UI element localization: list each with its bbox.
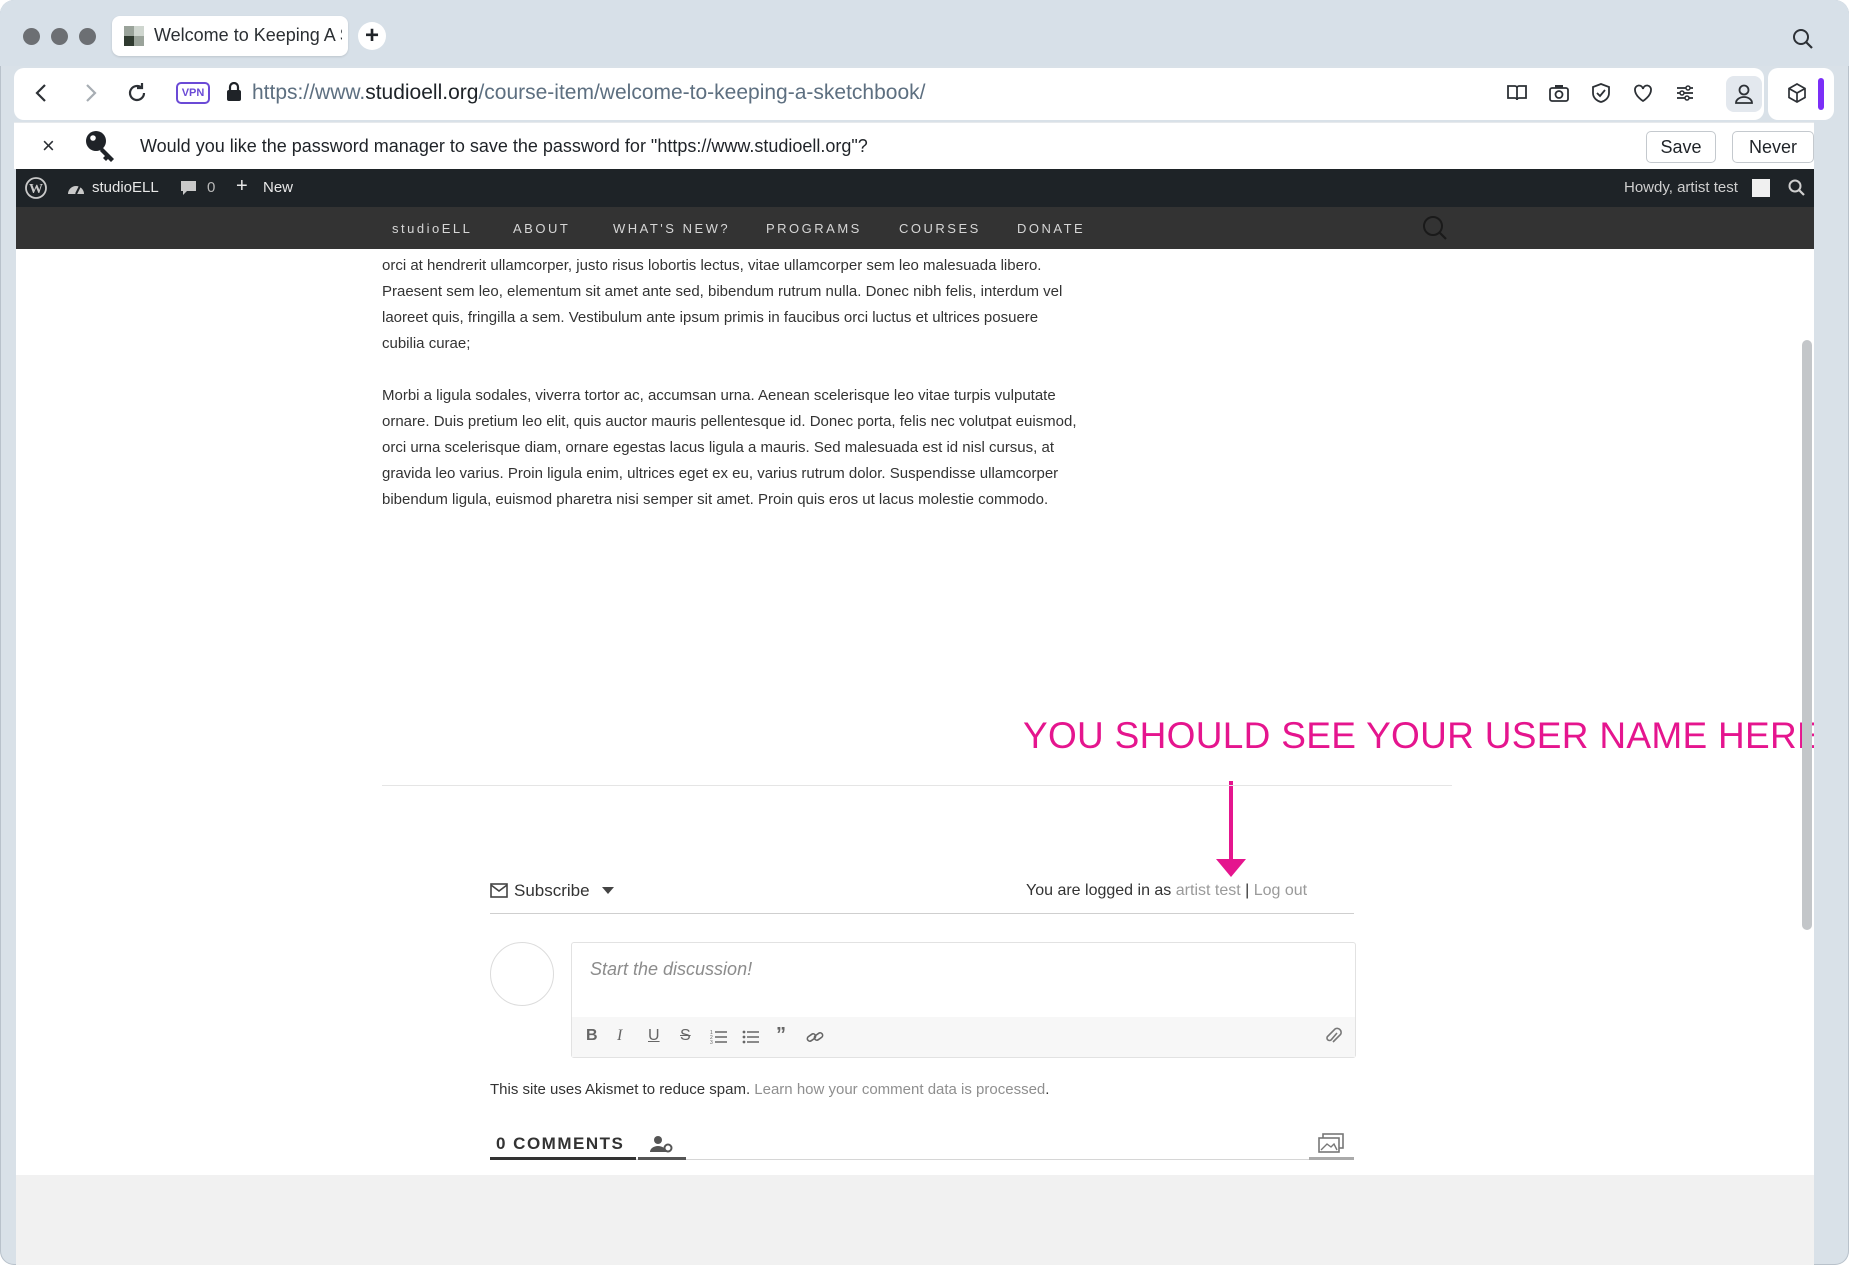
reload-icon[interactable]	[126, 82, 148, 104]
body-paragraph-2: Morbi a ligula sodales, viverra tortor a…	[382, 387, 1077, 508]
zoom-window-button[interactable]	[79, 28, 96, 45]
commenter-avatar	[490, 942, 554, 1006]
site-navigation: studioELL ABOUT WHAT'S NEW? PROGRAMS COU…	[16, 207, 1814, 249]
comment-header-rule	[490, 913, 1354, 914]
nav-item-home[interactable]: studioELL	[392, 221, 472, 236]
password-manager-bar: × Would you like the password manager to…	[14, 122, 1814, 169]
admin-comments-count[interactable]: 0	[207, 179, 215, 196]
plus-icon[interactable]: +	[236, 175, 248, 198]
user-avatar-thumb[interactable]	[1752, 179, 1770, 197]
nav-item-programs[interactable]: PROGRAMS	[766, 221, 862, 236]
cube-icon[interactable]	[1786, 82, 1808, 104]
page-scrollbar[interactable]	[1802, 340, 1812, 930]
ordered-list-icon[interactable]: 123	[710, 1029, 728, 1045]
admin-greeting[interactable]: Howdy, artist test	[1624, 179, 1738, 196]
paperclip-icon[interactable]	[1324, 1025, 1342, 1047]
subscribe-label: Subscribe	[514, 881, 590, 900]
svg-text:W: W	[29, 182, 43, 197]
comments-count-tab[interactable]: 0 COMMENTS	[496, 1134, 624, 1154]
admin-search-icon[interactable]	[1788, 179, 1806, 197]
settings-sliders-icon[interactable]	[1674, 82, 1696, 104]
admin-new-link[interactable]: New	[263, 179, 293, 196]
camera-icon[interactable]	[1548, 82, 1570, 104]
envelope-icon	[490, 883, 508, 898]
user-settings-icon[interactable]	[650, 1134, 674, 1154]
heart-icon[interactable]	[1632, 82, 1654, 104]
akismet-text: This site uses Akismet to reduce spam.	[490, 1081, 751, 1098]
editor-toolbar: B I U S 123 ”	[572, 1017, 1355, 1057]
nav-item-whats-new[interactable]: WHAT'S NEW?	[613, 221, 730, 236]
bold-icon[interactable]: B	[586, 1027, 598, 1045]
forward-arrow-icon[interactable]	[84, 82, 98, 104]
back-arrow-icon[interactable]	[34, 82, 48, 104]
tab-title: Welcome to Keeping A S	[154, 25, 342, 45]
never-save-password-button[interactable]: Never	[1732, 131, 1814, 163]
page-footer-area	[16, 1175, 1814, 1265]
caret-down-icon	[602, 887, 615, 894]
sidebar-accent-bar[interactable]	[1818, 78, 1824, 110]
login-status: You are logged in as artist test | Log o…	[1026, 882, 1307, 900]
site-favicon-icon	[124, 26, 144, 46]
underline-icon[interactable]: U	[648, 1027, 660, 1045]
strikethrough-icon[interactable]: S	[680, 1027, 691, 1045]
person-icon	[1735, 84, 1753, 104]
password-bar-message: Would you like the password manager to s…	[140, 136, 868, 156]
comment-editor[interactable]: Start the discussion! B I U S 123 ”	[571, 942, 1356, 1058]
annotation-arrow-head	[1216, 859, 1246, 877]
minimize-window-button[interactable]	[51, 28, 68, 45]
nav-item-donate[interactable]: DONATE	[1017, 221, 1085, 236]
tab-search-icon[interactable]	[1792, 28, 1814, 50]
wordpress-logo-icon[interactable]: W	[25, 177, 47, 199]
close-password-bar-button[interactable]: ×	[42, 133, 55, 159]
italic-icon[interactable]: I	[617, 1027, 622, 1045]
nav-item-about[interactable]: ABOUT	[513, 221, 570, 236]
annotation-text: YOU SHOULD SEE YOUR USER NAME HERE	[1023, 715, 1814, 756]
lock-icon[interactable]	[226, 82, 242, 102]
body-paragraph-1: orci at hendrerit ullamcorper, justo ris…	[382, 257, 1063, 352]
url-prefix: https://www.	[252, 81, 366, 104]
gallery-tab-indicator	[1309, 1157, 1354, 1160]
key-icon	[86, 131, 114, 162]
wp-admin-bar: W studioELL 0 + New Howdy, artist test	[16, 169, 1814, 207]
akismet-suffix: .	[1045, 1081, 1050, 1098]
vpn-badge[interactable]: VPN	[176, 82, 210, 104]
image-gallery-icon[interactable]	[1318, 1133, 1344, 1153]
subscribe-dropdown[interactable]: Subscribe	[490, 881, 615, 901]
site-search-icon[interactable]	[1422, 215, 1448, 241]
extensions-area	[1768, 68, 1834, 120]
link-icon[interactable]	[806, 1029, 824, 1045]
bullet-list-icon[interactable]	[742, 1029, 760, 1045]
nav-item-courses[interactable]: COURSES	[899, 221, 981, 236]
address-field[interactable]: https://www.studioell.org/course-item/we…	[252, 81, 925, 105]
active-tab[interactable]: Welcome to Keeping A S	[112, 16, 348, 56]
profile-button[interactable]	[1726, 76, 1762, 112]
url-path: /course-item/welcome-to-keeping-a-sketch…	[478, 81, 926, 104]
save-password-button[interactable]: Save	[1646, 131, 1716, 163]
svg-text:3: 3	[710, 1040, 713, 1045]
browser-window: Welcome to Keeping A S + VPN https://www…	[0, 0, 1849, 1265]
logout-link[interactable]: Log out	[1254, 882, 1307, 899]
akismet-notice: This site uses Akismet to reduce spam. L…	[490, 1081, 1049, 1098]
akismet-link[interactable]: Learn how your comment data is processed	[754, 1081, 1045, 1098]
web-content: W studioELL 0 + New Howdy, artist test s…	[16, 169, 1814, 1265]
login-separator: |	[1245, 882, 1250, 899]
admin-site-name[interactable]: studioELL	[92, 179, 159, 196]
dashboard-gauge-icon[interactable]	[66, 179, 86, 197]
annotation-arrow-shaft	[1229, 781, 1233, 861]
comment-bubble-icon[interactable]	[180, 180, 197, 196]
reader-view-icon[interactable]	[1506, 82, 1528, 104]
close-window-button[interactable]	[23, 28, 40, 45]
username-link[interactable]: artist test	[1176, 882, 1241, 899]
tab-strip: Welcome to Keeping A S +	[0, 0, 1849, 66]
user-tab-indicator	[638, 1157, 686, 1160]
blockquote-icon[interactable]: ”	[776, 1024, 786, 1047]
new-tab-button[interactable]: +	[358, 22, 386, 50]
address-toolbar: VPN https://www.studioell.org/course-ite…	[14, 68, 1764, 120]
comment-input[interactable]: Start the discussion!	[590, 959, 752, 980]
content-divider	[382, 785, 1452, 786]
comments-tab-indicator	[490, 1157, 636, 1160]
shield-icon[interactable]	[1590, 82, 1612, 104]
url-domain: studioell.org	[365, 81, 479, 104]
logged-in-prefix: You are logged in as	[1026, 882, 1172, 899]
